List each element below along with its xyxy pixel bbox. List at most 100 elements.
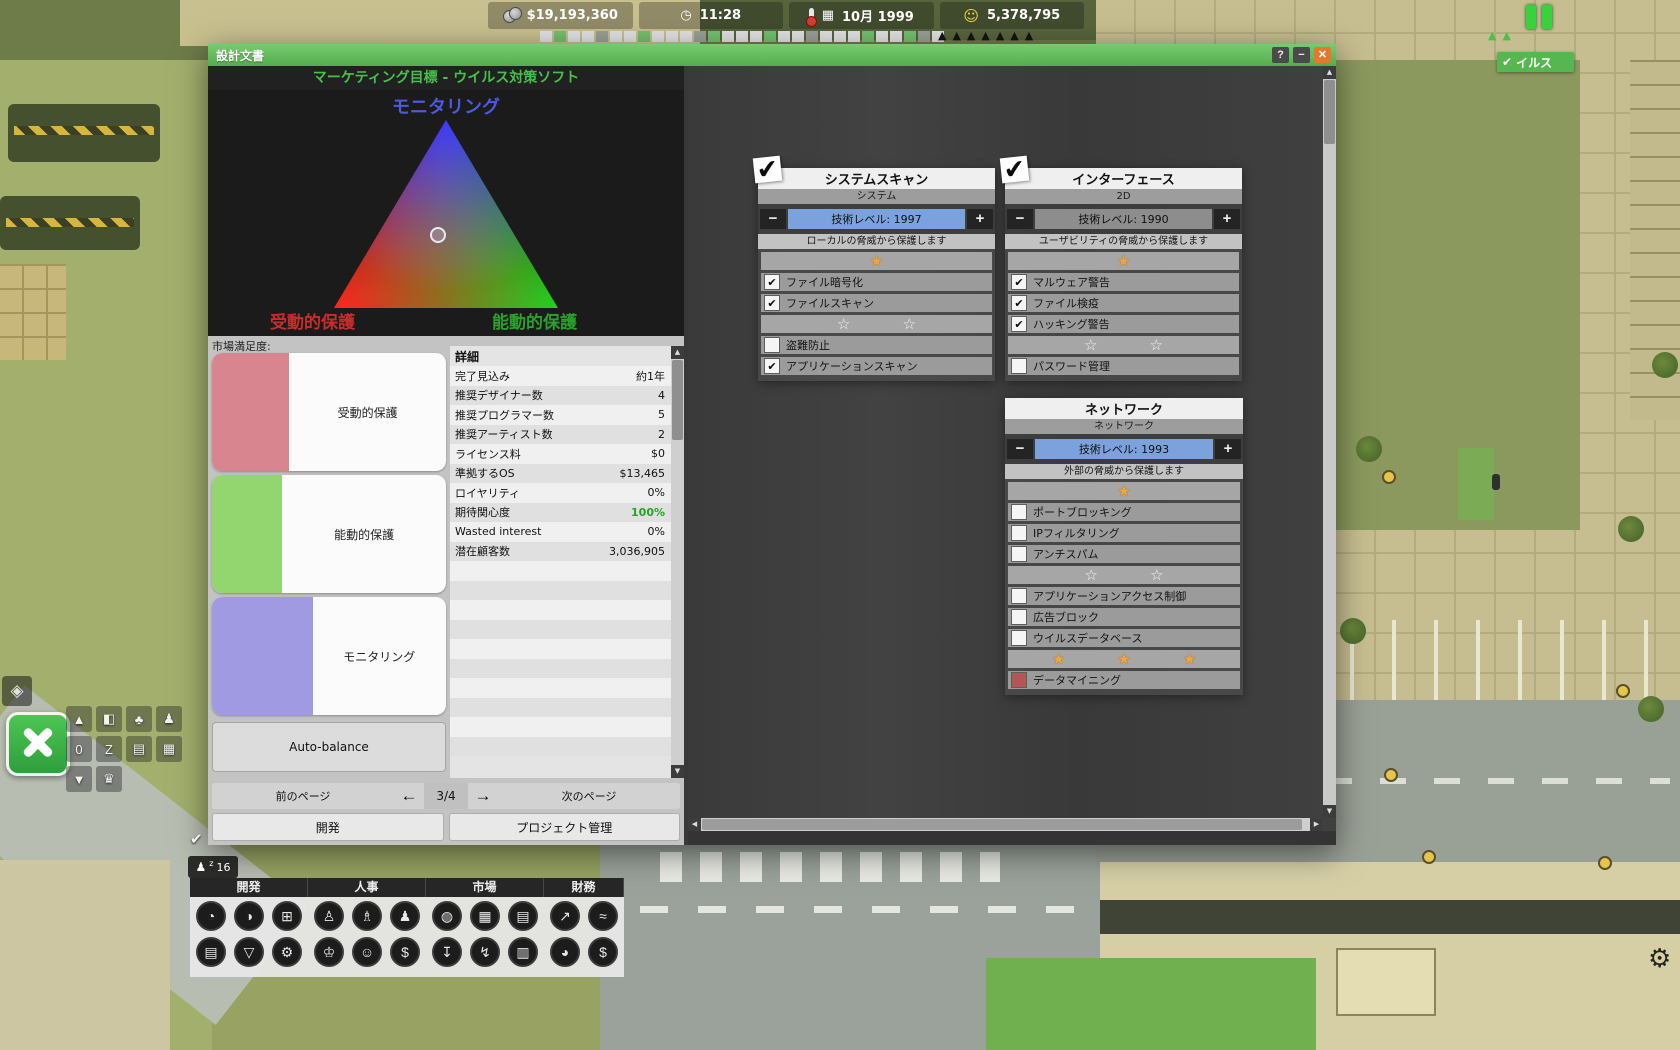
down-arrow-button[interactable]: ▼ (66, 766, 92, 792)
minimize-button[interactable]: − (1293, 47, 1310, 63)
staff-tool[interactable]: ♟ (156, 706, 182, 732)
window-titlebar[interactable]: 設計文書 ? − ✕ (208, 44, 1336, 66)
distribution-icon[interactable]: ↧ (432, 937, 462, 967)
feature-item[interactable]: ポートブロッキング (1008, 503, 1240, 521)
scroll-up-button[interactable]: ▲ (671, 346, 684, 359)
help-button[interactable]: ? (1272, 47, 1289, 63)
tab-project-management[interactable]: プロジェクト管理 (448, 813, 680, 841)
feature-panel-title[interactable]: システムスキャン (758, 168, 995, 189)
pie-chart-icon[interactable]: ◕ (550, 937, 580, 967)
feature-checkbox[interactable]: ✔ (1011, 295, 1027, 311)
globe-icon[interactable]: ◑ (234, 901, 264, 931)
furniture-tool[interactable]: ◧ (96, 706, 122, 732)
feature-checkbox[interactable] (764, 337, 780, 353)
scroll-up-button[interactable]: ▲ (1323, 66, 1336, 79)
idle-employees-badge[interactable]: ♟ z 16 (188, 856, 238, 878)
feature-checkbox[interactable]: ✔ (1011, 274, 1027, 290)
hire-person-icon[interactable]: ♗ (352, 901, 382, 931)
virus-product-tag[interactable]: ✔ イルス (1497, 52, 1574, 72)
research-icon[interactable]: ▽ (234, 937, 264, 967)
feature-enabled-checkbox[interactable]: ✔ (752, 153, 783, 186)
line-chart-icon[interactable]: ≈ (588, 901, 618, 931)
triangle-marker[interactable] (430, 227, 446, 243)
feature-checkbox[interactable] (1011, 609, 1027, 625)
scroll-left-button[interactable]: ◀ (688, 818, 701, 831)
money-icon[interactable]: $ (588, 937, 618, 967)
scroll-down-button[interactable]: ▼ (1323, 805, 1336, 818)
feature-item[interactable]: ✔ マルウェア警告 (1008, 273, 1239, 291)
menu-tab[interactable]: 市場 (426, 878, 544, 897)
close-button[interactable]: ✕ (1314, 47, 1331, 63)
feature-item[interactable]: ✔ ファイル検疫 (1008, 294, 1239, 312)
world-market-icon[interactable]: ◍ (432, 901, 462, 931)
features-vertical-scrollbar[interactable]: ▲ ▼ (1323, 66, 1336, 818)
feature-checkbox[interactable] (1011, 504, 1027, 520)
calendar-icon[interactable]: ▥ (508, 937, 538, 967)
feature-item[interactable]: ✔ ファイル暗号化 (761, 273, 992, 291)
tech-level-increase-button[interactable]: + (1214, 209, 1240, 229)
next-page-label[interactable]: 次のページ (498, 788, 680, 804)
feature-item[interactable]: 盗難防止 (761, 336, 992, 354)
team-icon[interactable]: ♟ (390, 901, 420, 931)
feature-checkbox[interactable]: ✔ (1011, 316, 1027, 332)
previous-page-label[interactable]: 前のページ (212, 788, 394, 804)
pause-button[interactable] (1522, 4, 1556, 30)
up-arrow-button[interactable]: ▲ (66, 706, 92, 732)
feature-checkbox[interactable]: ✔ (764, 358, 780, 374)
feature-item[interactable]: アプリケーションアクセス制御 (1008, 587, 1240, 605)
feature-checkbox[interactable] (1011, 588, 1027, 604)
layers-button[interactable]: ◈ (2, 676, 32, 706)
tech-level-slider[interactable]: 技術レベル: 1990 (1035, 209, 1212, 229)
growth-chart-icon[interactable]: ↗ (550, 901, 580, 931)
tech-level-slider[interactable]: 技術レベル: 1993 (1035, 439, 1213, 459)
tech-level-decrease-button[interactable]: − (1007, 209, 1033, 229)
tab-development[interactable]: 開発 (212, 813, 444, 841)
details-scrollbar[interactable]: ▲ ▼ (671, 346, 684, 778)
previous-page-button[interactable]: ← (394, 785, 424, 807)
menu-tab[interactable]: 開発 (190, 878, 308, 897)
feature-checkbox[interactable] (1011, 525, 1027, 541)
salary-icon[interactable]: $ (390, 937, 420, 967)
tech-level-decrease-button[interactable]: − (1007, 439, 1033, 459)
feature-item[interactable]: データマイニング (1008, 671, 1240, 689)
shipping-icon[interactable]: ↯ (470, 937, 500, 967)
tech-level-slider[interactable]: 技術レベル: 1997 (788, 209, 965, 229)
road-tool[interactable]: Z (96, 736, 122, 762)
scrollbar-thumb[interactable] (702, 819, 1302, 830)
feature-item[interactable]: パスワード管理 (1008, 357, 1239, 375)
scroll-down-button[interactable]: ▼ (671, 765, 684, 778)
feature-item[interactable]: ウイルスデータベース (1008, 629, 1240, 647)
build-tools-button[interactable] (6, 712, 70, 776)
tech-level-increase-button[interactable]: + (967, 209, 993, 229)
rooms-tool[interactable]: ▤ (126, 736, 152, 762)
feature-checkbox[interactable] (1011, 546, 1027, 562)
person-icon[interactable]: ♙ (314, 901, 344, 931)
feature-checkbox[interactable] (1011, 358, 1027, 374)
marketing-triangle[interactable] (334, 120, 558, 308)
scroll-right-button[interactable]: ▶ (1310, 818, 1323, 831)
feature-checkbox[interactable] (1011, 672, 1027, 688)
settings-gear-icon[interactable]: ⚙ (1648, 944, 1671, 974)
feature-item[interactable]: IPフィルタリング (1008, 524, 1240, 542)
menu-tab[interactable]: 人事 (308, 878, 426, 897)
feature-checkbox[interactable] (1011, 630, 1027, 646)
feature-checkbox[interactable]: ✔ (764, 295, 780, 311)
projects-icon[interactable]: ◔ (196, 901, 226, 931)
tree-tool[interactable]: ♣ (126, 706, 152, 732)
feature-item[interactable]: ✔ ハッキング警告 (1008, 315, 1239, 333)
scrollbar-thumb[interactable] (672, 360, 683, 440)
building-tool[interactable]: ▦ (156, 736, 182, 762)
next-page-button[interactable]: → (468, 785, 498, 807)
feature-enabled-checkbox[interactable]: ✔ (999, 153, 1030, 186)
tech-level-decrease-button[interactable]: − (760, 209, 786, 229)
scrollbar-thumb[interactable] (1324, 80, 1335, 144)
mood-icon[interactable]: ☺ (352, 937, 382, 967)
floor-counter[interactable]: 0 (66, 736, 92, 762)
auto-balance-button[interactable]: Auto-balance (212, 722, 446, 772)
market-grid-icon[interactable]: ▦ (470, 901, 500, 931)
documents-icon[interactable]: ▤ (196, 937, 226, 967)
feature-item[interactable]: ✔ ファイルスキャン (761, 294, 992, 312)
marketing-triangle-zone[interactable]: モニタリング 受動的保護 能動的保護 (208, 90, 684, 336)
menu-tab[interactable]: 財務 (544, 878, 624, 897)
feature-item[interactable]: 広告ブロック (1008, 608, 1240, 626)
